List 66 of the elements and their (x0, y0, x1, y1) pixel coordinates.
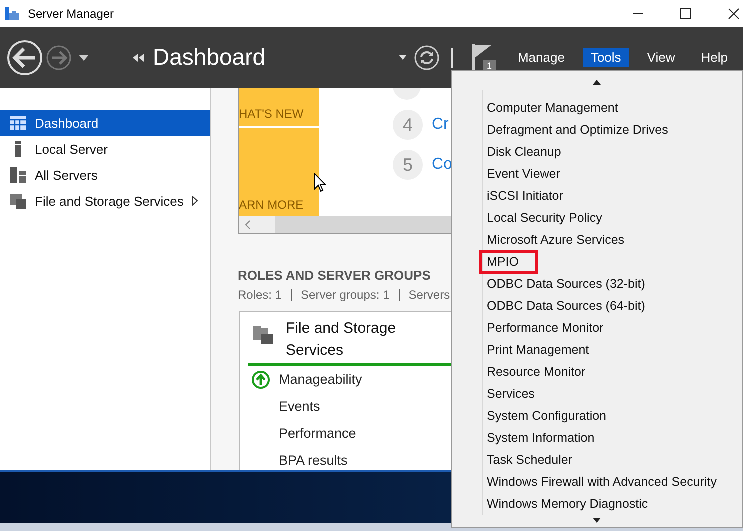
breadcrumb-title: Dashboard (153, 44, 266, 71)
menu-item[interactable]: Services (479, 383, 546, 405)
status-row[interactable]: Performance (279, 426, 356, 441)
menu-item[interactable]: Task Scheduler (479, 449, 584, 471)
menu-item[interactable]: Microsoft Azure Services (479, 229, 636, 251)
notification-badge: 1 (482, 60, 496, 72)
refresh-icon[interactable] (414, 44, 440, 70)
menu-button[interactable]: Tools (582, 48, 630, 67)
learn-more-tile[interactable]: ARN MORE (239, 128, 319, 216)
menu-item[interactable]: MPIO (479, 250, 538, 274)
back-icon[interactable] (7, 40, 43, 76)
menu-item[interactable]: System Information (479, 427, 606, 449)
tile-label[interactable]: ARN MORE (239, 198, 304, 212)
menu-item[interactable]: Local Security Policy (479, 207, 614, 229)
tile-label[interactable]: HAT'S NEW (239, 107, 304, 121)
folder-icon (253, 326, 273, 344)
step-number: 5 (393, 150, 423, 180)
menu-item[interactable]: Print Management (479, 339, 600, 361)
summary-text: Server groups: 1 (301, 288, 390, 302)
menu-item[interactable]: Performance Monitor (479, 317, 615, 339)
double-caret-icon (133, 54, 144, 62)
menu-item[interactable]: Event Viewer (479, 163, 572, 185)
maximize-icon[interactable] (680, 8, 692, 20)
sidebar-item[interactable]: Dashboard (0, 110, 210, 136)
card-title[interactable]: File and Storage Services (286, 318, 426, 362)
step-link[interactable]: Cr (432, 116, 449, 134)
section-heading: ROLES AND SERVER GROUPS (238, 268, 431, 283)
caret-icon[interactable] (398, 55, 407, 60)
status-row[interactable]: Events (279, 399, 320, 414)
servers-icon (10, 167, 26, 183)
summary-text: Roles: 1 (238, 288, 282, 302)
folder-icon (10, 193, 26, 209)
caret-icon[interactable] (79, 54, 89, 60)
menu-item[interactable]: Computer Management (479, 97, 630, 119)
sidebar-item[interactable]: All Servers (0, 162, 210, 188)
menu-item[interactable]: ODBC Data Sources (64-bit) (479, 295, 656, 317)
sidebar-item[interactable]: Local Server (0, 136, 210, 162)
menu-item[interactable]: Windows Firewall with Advanced Security (479, 471, 728, 493)
status-row[interactable]: BPA results (279, 453, 348, 468)
scroll-left-icon[interactable] (245, 220, 251, 230)
scroll-up-icon[interactable] (593, 80, 601, 85)
menu-button[interactable]: Manage (510, 48, 573, 67)
whats-new-tile[interactable]: HAT'S NEW (239, 88, 319, 126)
grid-icon (10, 116, 26, 130)
menu-item[interactable]: Disk Cleanup (479, 141, 572, 163)
menu-item[interactable]: System Configuration (479, 405, 618, 427)
step-number: 4 (393, 110, 423, 140)
close-icon[interactable] (728, 8, 740, 20)
menu-item[interactable]: Windows Memory Diagnostic (479, 493, 660, 515)
app-icon (4, 6, 20, 22)
menu-button[interactable]: View (639, 48, 684, 67)
expand-arrow-icon[interactable] (192, 196, 198, 206)
step-link[interactable]: Co (432, 156, 452, 174)
scroll-thumb[interactable] (239, 216, 275, 233)
menu-item[interactable]: Resource Monitor (479, 361, 597, 383)
menu-button[interactable]: Help (693, 48, 736, 67)
summary-text: Servers (408, 288, 450, 302)
menu-item[interactable]: iSCSI Initiator (479, 185, 574, 207)
flag-icon[interactable] (472, 44, 494, 72)
sidebar-item[interactable]: File and Storage Services (0, 188, 210, 214)
window-title: Server Manager (28, 6, 114, 20)
status-row[interactable]: Manageability (279, 372, 362, 387)
cursor-icon (314, 173, 327, 193)
menu-item[interactable]: Defragment and Optimize Drives (479, 119, 680, 141)
menu-item[interactable]: ODBC Data Sources (32-bit) (479, 273, 656, 295)
forward-icon[interactable] (46, 44, 72, 70)
